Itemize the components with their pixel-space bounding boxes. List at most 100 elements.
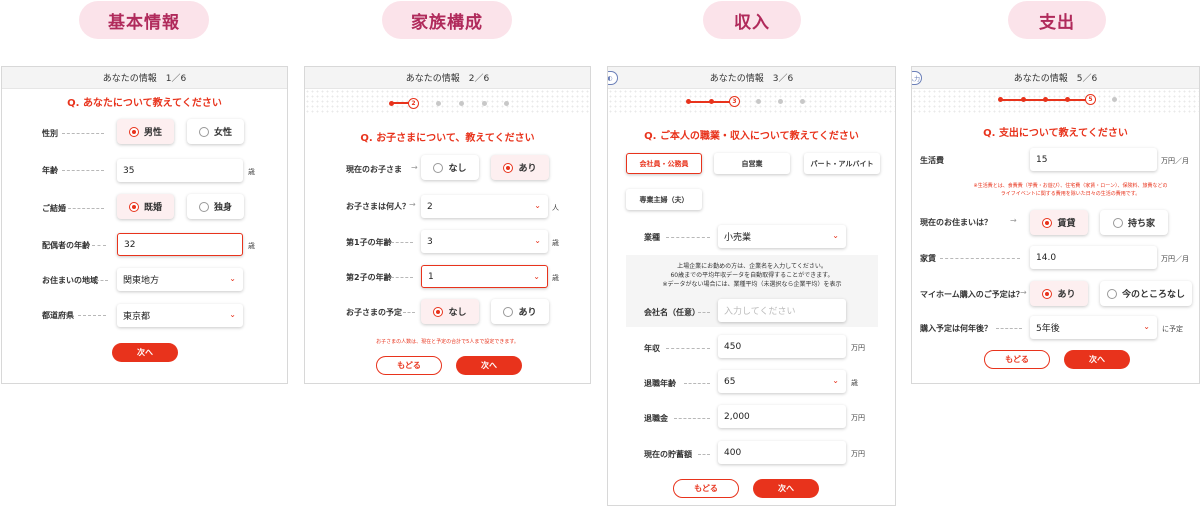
- chevron-down-icon: ⌄: [229, 310, 236, 319]
- select-value: 東京都: [123, 312, 151, 322]
- section-pill-family: 家族構成: [382, 1, 512, 39]
- children-none-option[interactable]: なし: [421, 155, 479, 180]
- next-button[interactable]: 次へ: [112, 343, 178, 362]
- option-label: あり: [1057, 290, 1076, 300]
- panel-expense: あなたの情報 5／6 入力 5 Q. 支出について教えてください 生活費 15 …: [911, 66, 1200, 384]
- progress-step: [436, 101, 441, 106]
- living-cost-note: ※生活費とは、食費費（学費・お遊び）、住宅費（家賃・ローン）、保険料、旅費などの: [973, 183, 1168, 189]
- radio-selected-icon: [128, 201, 139, 212]
- savings-unit: 万円: [851, 450, 865, 458]
- option-label: なし: [448, 164, 467, 174]
- progress-step-done: [1043, 97, 1048, 102]
- housing-rent-option[interactable]: 賃貸: [1030, 210, 1088, 235]
- married-no-option[interactable]: 独身: [187, 194, 244, 219]
- option-label: 賃貸: [1057, 219, 1076, 229]
- panel-header: あなたの情報 2／6: [305, 67, 590, 89]
- job-type-homemaker[interactable]: 専業主婦（夫）: [626, 189, 702, 210]
- divider: [403, 312, 415, 313]
- divider: [996, 328, 1022, 329]
- progress-step: [800, 99, 805, 104]
- next-button[interactable]: 次へ: [456, 356, 522, 375]
- buy-no-option[interactable]: 今のところなし: [1100, 281, 1192, 306]
- divider: [92, 245, 106, 246]
- divider: [698, 454, 710, 455]
- option-label: あり: [518, 308, 537, 318]
- child2-age-select[interactable]: 1 ⌄: [421, 265, 548, 288]
- plan-yes-option[interactable]: あり: [491, 299, 549, 324]
- info-line: ※データがない場合には、業種平均（未選択なら企業平均）を表示: [662, 281, 842, 288]
- job-type-self-employed[interactable]: 自営業: [714, 153, 790, 174]
- next-button[interactable]: 次へ: [753, 479, 819, 498]
- living-cost-unit: 万円／月: [1161, 157, 1189, 165]
- gender-female-option[interactable]: 女性: [187, 119, 244, 144]
- divider: [674, 418, 710, 419]
- option-label: 既婚: [143, 203, 162, 213]
- prefecture-select[interactable]: 東京都 ⌄: [117, 304, 243, 327]
- radio-selected-icon: [1042, 288, 1053, 299]
- savings-input[interactable]: 400: [718, 441, 846, 464]
- pattern-background: [305, 89, 590, 115]
- info-line: 上場企業にお勤めの方は、企業名を入力してください。: [677, 263, 827, 270]
- divider: [62, 170, 104, 171]
- progress-step: [778, 99, 783, 104]
- retire-age-select[interactable]: 65 ⌄: [718, 370, 846, 393]
- company-input[interactable]: 入力してください: [718, 299, 846, 322]
- radio-selected-icon: [128, 126, 139, 137]
- housing-label: 現在のお住まいは？: [920, 218, 992, 227]
- company-label: 会社名（任意）: [644, 308, 700, 317]
- buy-yes-option[interactable]: あり: [1030, 281, 1088, 306]
- region-label: お住まいの地域: [42, 276, 98, 285]
- married-label: ご結婚: [42, 204, 66, 213]
- savings-label: 現在の貯蓄額: [644, 450, 692, 459]
- buy-when-unit: に予定: [1162, 325, 1183, 333]
- children-yes-option[interactable]: あり: [491, 155, 549, 180]
- living-cost-note: ライフイベントに関する費用を除いた日々の生活の費用です。: [1000, 191, 1141, 197]
- radio-icon: [1106, 288, 1117, 299]
- divider: [666, 237, 710, 238]
- arrow-icon: →: [1010, 216, 1017, 225]
- industry-label: 業種: [644, 233, 660, 242]
- rent-input[interactable]: 14.0: [1030, 246, 1157, 269]
- plan-none-option[interactable]: なし: [421, 299, 479, 324]
- divider: [391, 242, 413, 243]
- child1-age-select[interactable]: 3 ⌄: [421, 230, 548, 253]
- select-value: 1: [428, 271, 434, 282]
- gender-male-option[interactable]: 男性: [117, 119, 174, 144]
- back-button[interactable]: もどる: [673, 479, 739, 498]
- back-button[interactable]: もどる: [984, 350, 1050, 369]
- progress-step: [459, 101, 464, 106]
- panel-header: あなたの情報 1／6: [2, 67, 287, 89]
- section-pill-expense: 支出: [1008, 1, 1106, 39]
- panel-income: あなたの情報 3／6 ◐ 3 Q. ご本人の職業・収入について教えてください 会…: [607, 66, 896, 506]
- buy-when-select[interactable]: 5年後 ⌄: [1030, 316, 1157, 339]
- chevron-down-icon: ⌄: [534, 201, 541, 210]
- back-button[interactable]: もどる: [376, 356, 442, 375]
- children-label: 現在のお子さま: [346, 165, 402, 174]
- spouse-age-input[interactable]: 32: [117, 233, 243, 256]
- child-count-unit: 人: [552, 204, 559, 212]
- progress-step: [482, 101, 487, 106]
- divider: [78, 315, 106, 316]
- job-type-part-time[interactable]: パート・アルバイト: [804, 153, 880, 174]
- radio-icon: [198, 201, 209, 212]
- income-input[interactable]: 450: [718, 335, 846, 358]
- child2-age-label: 第2子の年齢: [346, 273, 392, 282]
- info-line: 60歳までの平均年収データを自動取得することができます。: [670, 272, 834, 279]
- industry-select[interactable]: 小売業 ⌄: [718, 225, 846, 248]
- living-cost-input[interactable]: 15: [1030, 148, 1157, 171]
- housing-own-option[interactable]: 持ち家: [1100, 210, 1168, 235]
- age-input[interactable]: 35: [117, 159, 243, 182]
- chevron-down-icon: ⌄: [533, 272, 540, 281]
- job-type-employee[interactable]: 会社員・公務員: [626, 153, 702, 174]
- prefecture-label: 都道府県: [42, 311, 74, 320]
- income-label: 年収: [644, 344, 660, 353]
- divider: [940, 258, 1020, 259]
- next-button[interactable]: 次へ: [1064, 350, 1130, 369]
- married-yes-option[interactable]: 既婚: [117, 194, 174, 219]
- radio-icon: [1112, 217, 1123, 228]
- option-label: 男性: [143, 128, 162, 138]
- retire-money-input[interactable]: 2,000: [718, 405, 846, 428]
- region-select[interactable]: 関東地方 ⌄: [117, 268, 243, 291]
- child-count-select[interactable]: 2 ⌄: [421, 195, 548, 218]
- divider: [62, 133, 104, 134]
